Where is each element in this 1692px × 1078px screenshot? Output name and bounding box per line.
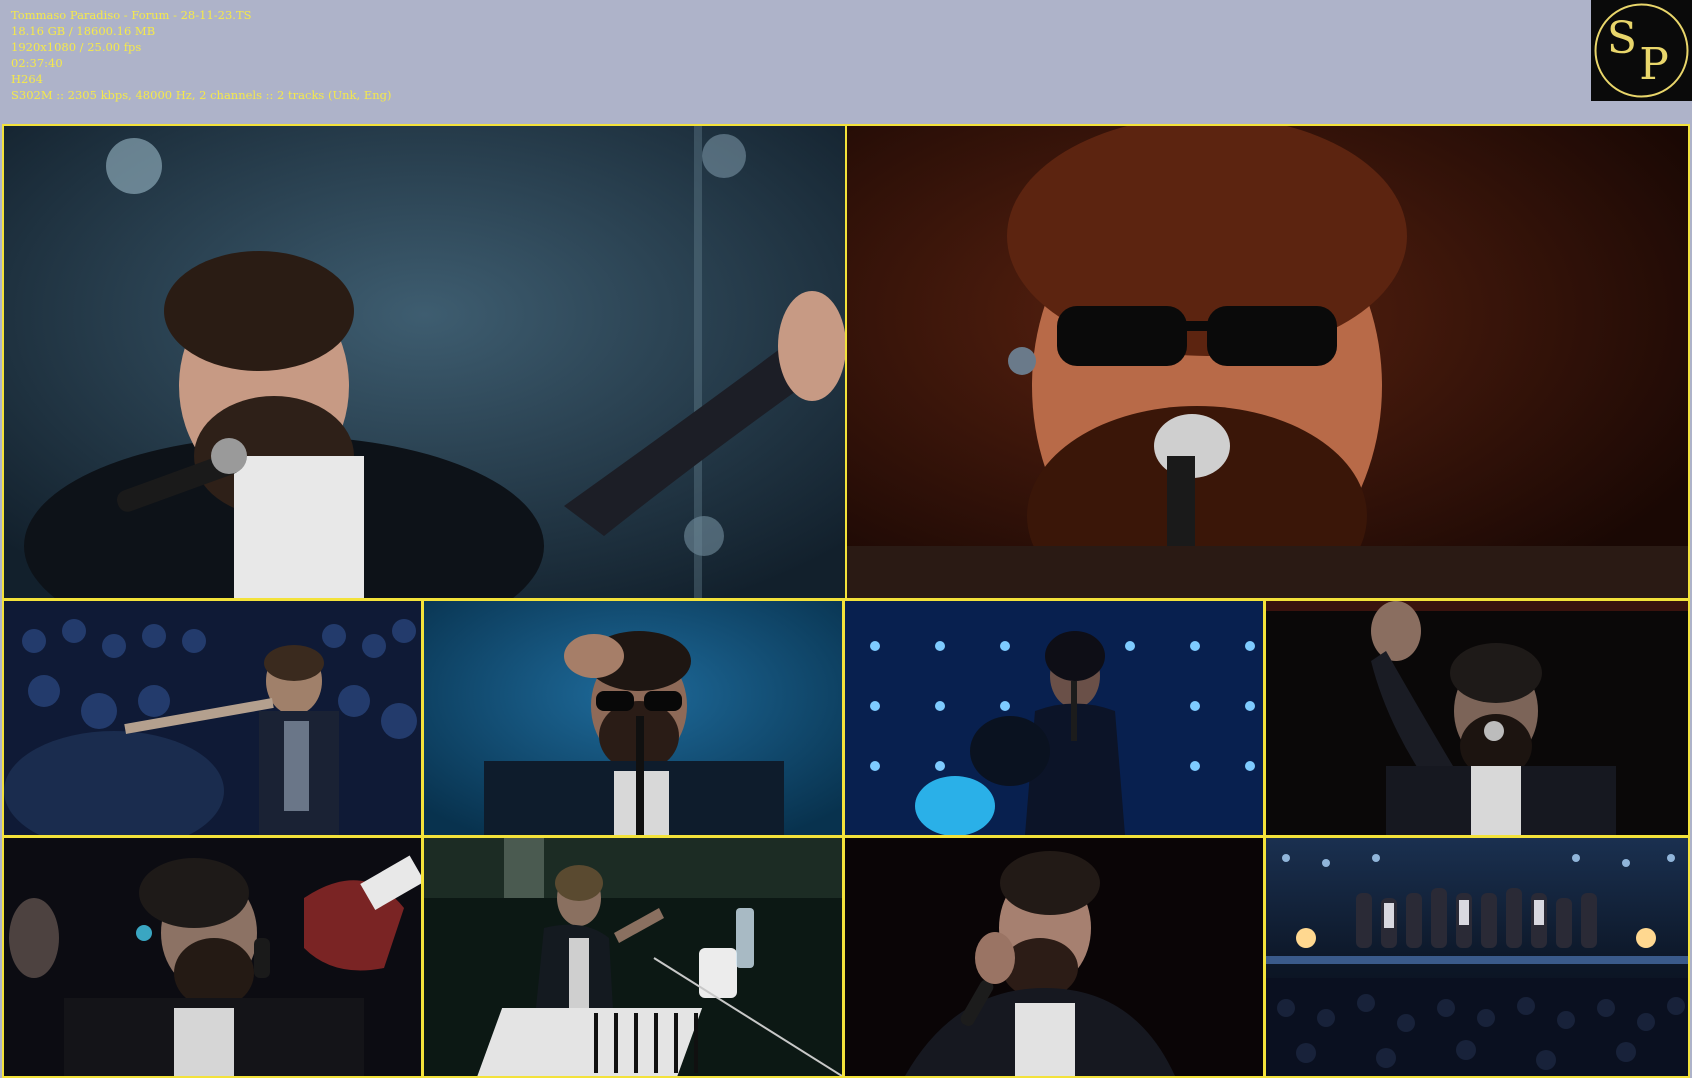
video-resolution: 1920x1080 / 25.00 fps (11, 40, 142, 54)
video-duration: 02:37:40 (11, 56, 63, 70)
thumbnail-10[interactable] (1266, 838, 1688, 1076)
thumbnail-grid (2, 124, 1690, 1078)
thumbnail-5[interactable] (845, 601, 1263, 835)
logo-letter-p: P (1639, 39, 1669, 90)
thumbnail-7[interactable] (4, 838, 421, 1076)
thumbnail-8[interactable] (424, 838, 842, 1076)
thumbnail-9[interactable] (845, 838, 1263, 1076)
audio-info: S302M :: 2305 kbps, 48000 Hz, 2 channels… (11, 88, 392, 102)
thumbnail-4[interactable] (424, 601, 842, 835)
video-codec: H264 (11, 72, 43, 86)
thumbnail-2[interactable] (847, 126, 1688, 598)
file-name: Tommaso Paradiso - Forum - 28-11-23.TS (11, 8, 252, 22)
file-size: 18.16 GB / 18600.16 MB (11, 24, 156, 38)
thumbnail-1[interactable] (4, 126, 845, 598)
file-info: Tommaso Paradiso - Forum - 28-11-23.TS 1… (11, 7, 392, 103)
logo-letter-s: S (1607, 13, 1637, 64)
thumbnail-3[interactable] (4, 601, 421, 835)
sp-logo: S P (1591, 0, 1692, 101)
thumbnail-6[interactable] (1266, 601, 1688, 835)
sp-logo-icon: S P (1594, 3, 1689, 98)
